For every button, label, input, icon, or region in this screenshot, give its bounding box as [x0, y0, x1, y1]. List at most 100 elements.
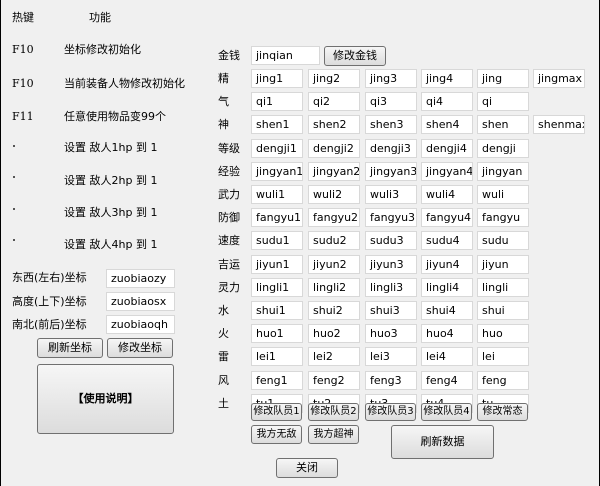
stat-input[interactable]: huo3: [365, 324, 417, 343]
stat-input[interactable]: qi1: [251, 92, 303, 111]
stat-input[interactable]: jing1: [251, 69, 303, 88]
stat-input[interactable]: dengji2: [308, 139, 360, 158]
modify-member-1-button[interactable]: 修改队员1: [251, 403, 302, 421]
enemy-hotkey-marker: [13, 208, 15, 210]
stat-input[interactable]: fangyu: [477, 208, 529, 227]
stat-label: 精: [218, 72, 229, 85]
stat-input[interactable]: dengji1: [251, 139, 303, 158]
refresh-data-button[interactable]: 刷新数据: [391, 425, 494, 459]
modify-coords-label: 修改坐标: [118, 341, 162, 354]
refresh-coords-button[interactable]: 刷新坐标: [37, 338, 103, 358]
stat-input[interactable]: lei3: [365, 347, 417, 366]
stat-input[interactable]: lei2: [308, 347, 360, 366]
hotkey-key: F11: [12, 110, 34, 123]
stat-input[interactable]: lei1: [251, 347, 303, 366]
money-input[interactable]: jinqian: [251, 46, 320, 65]
stat-input[interactable]: lei4: [421, 347, 473, 366]
stat-input[interactable]: shenmax: [533, 115, 585, 134]
stat-input[interactable]: fangyu1: [251, 208, 303, 227]
stat-input[interactable]: jing: [477, 69, 529, 88]
stat-input[interactable]: huo1: [251, 324, 303, 343]
stat-input[interactable]: sudu: [477, 231, 529, 250]
stat-input[interactable]: huo4: [421, 324, 473, 343]
stat-input[interactable]: feng4: [421, 371, 473, 390]
stat-input[interactable]: jingmax: [533, 69, 585, 88]
stat-input[interactable]: qi3: [365, 92, 417, 111]
stat-input[interactable]: shui1: [251, 301, 303, 320]
stat-input[interactable]: jiyun: [477, 255, 529, 274]
coord-input-height[interactable]: zuobiaosx: [106, 292, 175, 311]
stat-input[interactable]: jiyun2: [308, 255, 360, 274]
stat-input[interactable]: feng1: [251, 371, 303, 390]
stat-input[interactable]: huo: [477, 324, 529, 343]
stat-input[interactable]: shen: [477, 115, 529, 134]
stat-input[interactable]: lei: [477, 347, 529, 366]
stat-input[interactable]: wuli3: [365, 185, 417, 204]
stat-input[interactable]: lingli3: [365, 278, 417, 297]
invincible-button[interactable]: 我方无敌: [251, 425, 302, 444]
stat-input[interactable]: fangyu3: [365, 208, 417, 227]
stat-input[interactable]: dengji3: [365, 139, 417, 158]
stat-input[interactable]: jingyan1: [251, 162, 303, 181]
stat-input[interactable]: shui: [477, 301, 529, 320]
stat-input[interactable]: wuli4: [421, 185, 473, 204]
header-function: 功能: [89, 11, 111, 24]
stat-input[interactable]: qi4: [421, 92, 473, 111]
stat-input[interactable]: shui4: [421, 301, 473, 320]
stat-input[interactable]: lingli2: [308, 278, 360, 297]
stat-input[interactable]: lingli1: [251, 278, 303, 297]
stat-input[interactable]: qi: [477, 92, 529, 111]
stat-input[interactable]: sudu3: [365, 231, 417, 250]
modify-member-3-button[interactable]: 修改队员3: [365, 403, 416, 421]
modify-coords-button[interactable]: 修改坐标: [107, 338, 173, 358]
modify-normal-button[interactable]: 修改常态: [477, 403, 528, 421]
stat-input[interactable]: jiyun3: [365, 255, 417, 274]
stat-input[interactable]: sudu4: [421, 231, 473, 250]
stat-input[interactable]: shui3: [365, 301, 417, 320]
coord-input-east-west[interactable]: zuobiaozy: [106, 269, 175, 288]
stat-input[interactable]: sudu2: [308, 231, 360, 250]
stat-input[interactable]: jingyan4: [421, 162, 473, 181]
stat-label: 灵力: [218, 281, 240, 294]
stat-input[interactable]: jingyan2: [308, 162, 360, 181]
stat-input[interactable]: jing4: [421, 69, 473, 88]
stat-input[interactable]: shen4: [421, 115, 473, 134]
stat-input[interactable]: fangyu2: [308, 208, 360, 227]
stat-input[interactable]: lingli4: [421, 278, 473, 297]
stat-input[interactable]: shui2: [308, 301, 360, 320]
super-button[interactable]: 我方超神: [308, 425, 359, 444]
stat-input[interactable]: jing3: [365, 69, 417, 88]
stat-input[interactable]: shen1: [251, 115, 303, 134]
window-left-edge: [0, 0, 1, 486]
stat-input[interactable]: huo2: [308, 324, 360, 343]
stat-label: 火: [218, 327, 229, 340]
stat-input[interactable]: jingyan: [477, 162, 529, 181]
modify-member-2-button[interactable]: 修改队员2: [308, 403, 359, 421]
stat-input[interactable]: dengji4: [421, 139, 473, 158]
stat-input[interactable]: shen2: [308, 115, 360, 134]
coord-input-north-south[interactable]: zuobiaoqh: [106, 315, 175, 334]
enemy-hotkey-marker: [13, 239, 15, 241]
modify-member-4-button[interactable]: 修改队员4: [421, 403, 472, 421]
modify-money-button[interactable]: 修改金钱: [324, 46, 386, 66]
stat-input[interactable]: jing2: [308, 69, 360, 88]
stat-input[interactable]: feng: [477, 371, 529, 390]
stat-input[interactable]: wuli: [477, 185, 529, 204]
stat-input[interactable]: lingli: [477, 278, 529, 297]
stat-input[interactable]: feng3: [365, 371, 417, 390]
stat-input[interactable]: jingyan3: [365, 162, 417, 181]
stat-input[interactable]: dengji: [477, 139, 529, 158]
stat-input[interactable]: qi2: [308, 92, 360, 111]
stat-input[interactable]: feng2: [308, 371, 360, 390]
close-button[interactable]: 关闭: [276, 458, 338, 478]
stat-input[interactable]: jiyun1: [251, 255, 303, 274]
stat-input[interactable]: sudu1: [251, 231, 303, 250]
stat-input[interactable]: jiyun4: [421, 255, 473, 274]
stat-input[interactable]: fangyu4: [421, 208, 473, 227]
stat-label: 吉运: [218, 258, 240, 271]
stat-input[interactable]: shen3: [365, 115, 417, 134]
stat-input[interactable]: wuli2: [308, 185, 360, 204]
enemy-hotkey-marker: [13, 145, 15, 147]
instructions-button[interactable]: 【使用说明】: [37, 364, 174, 434]
stat-input[interactable]: wuli1: [251, 185, 303, 204]
